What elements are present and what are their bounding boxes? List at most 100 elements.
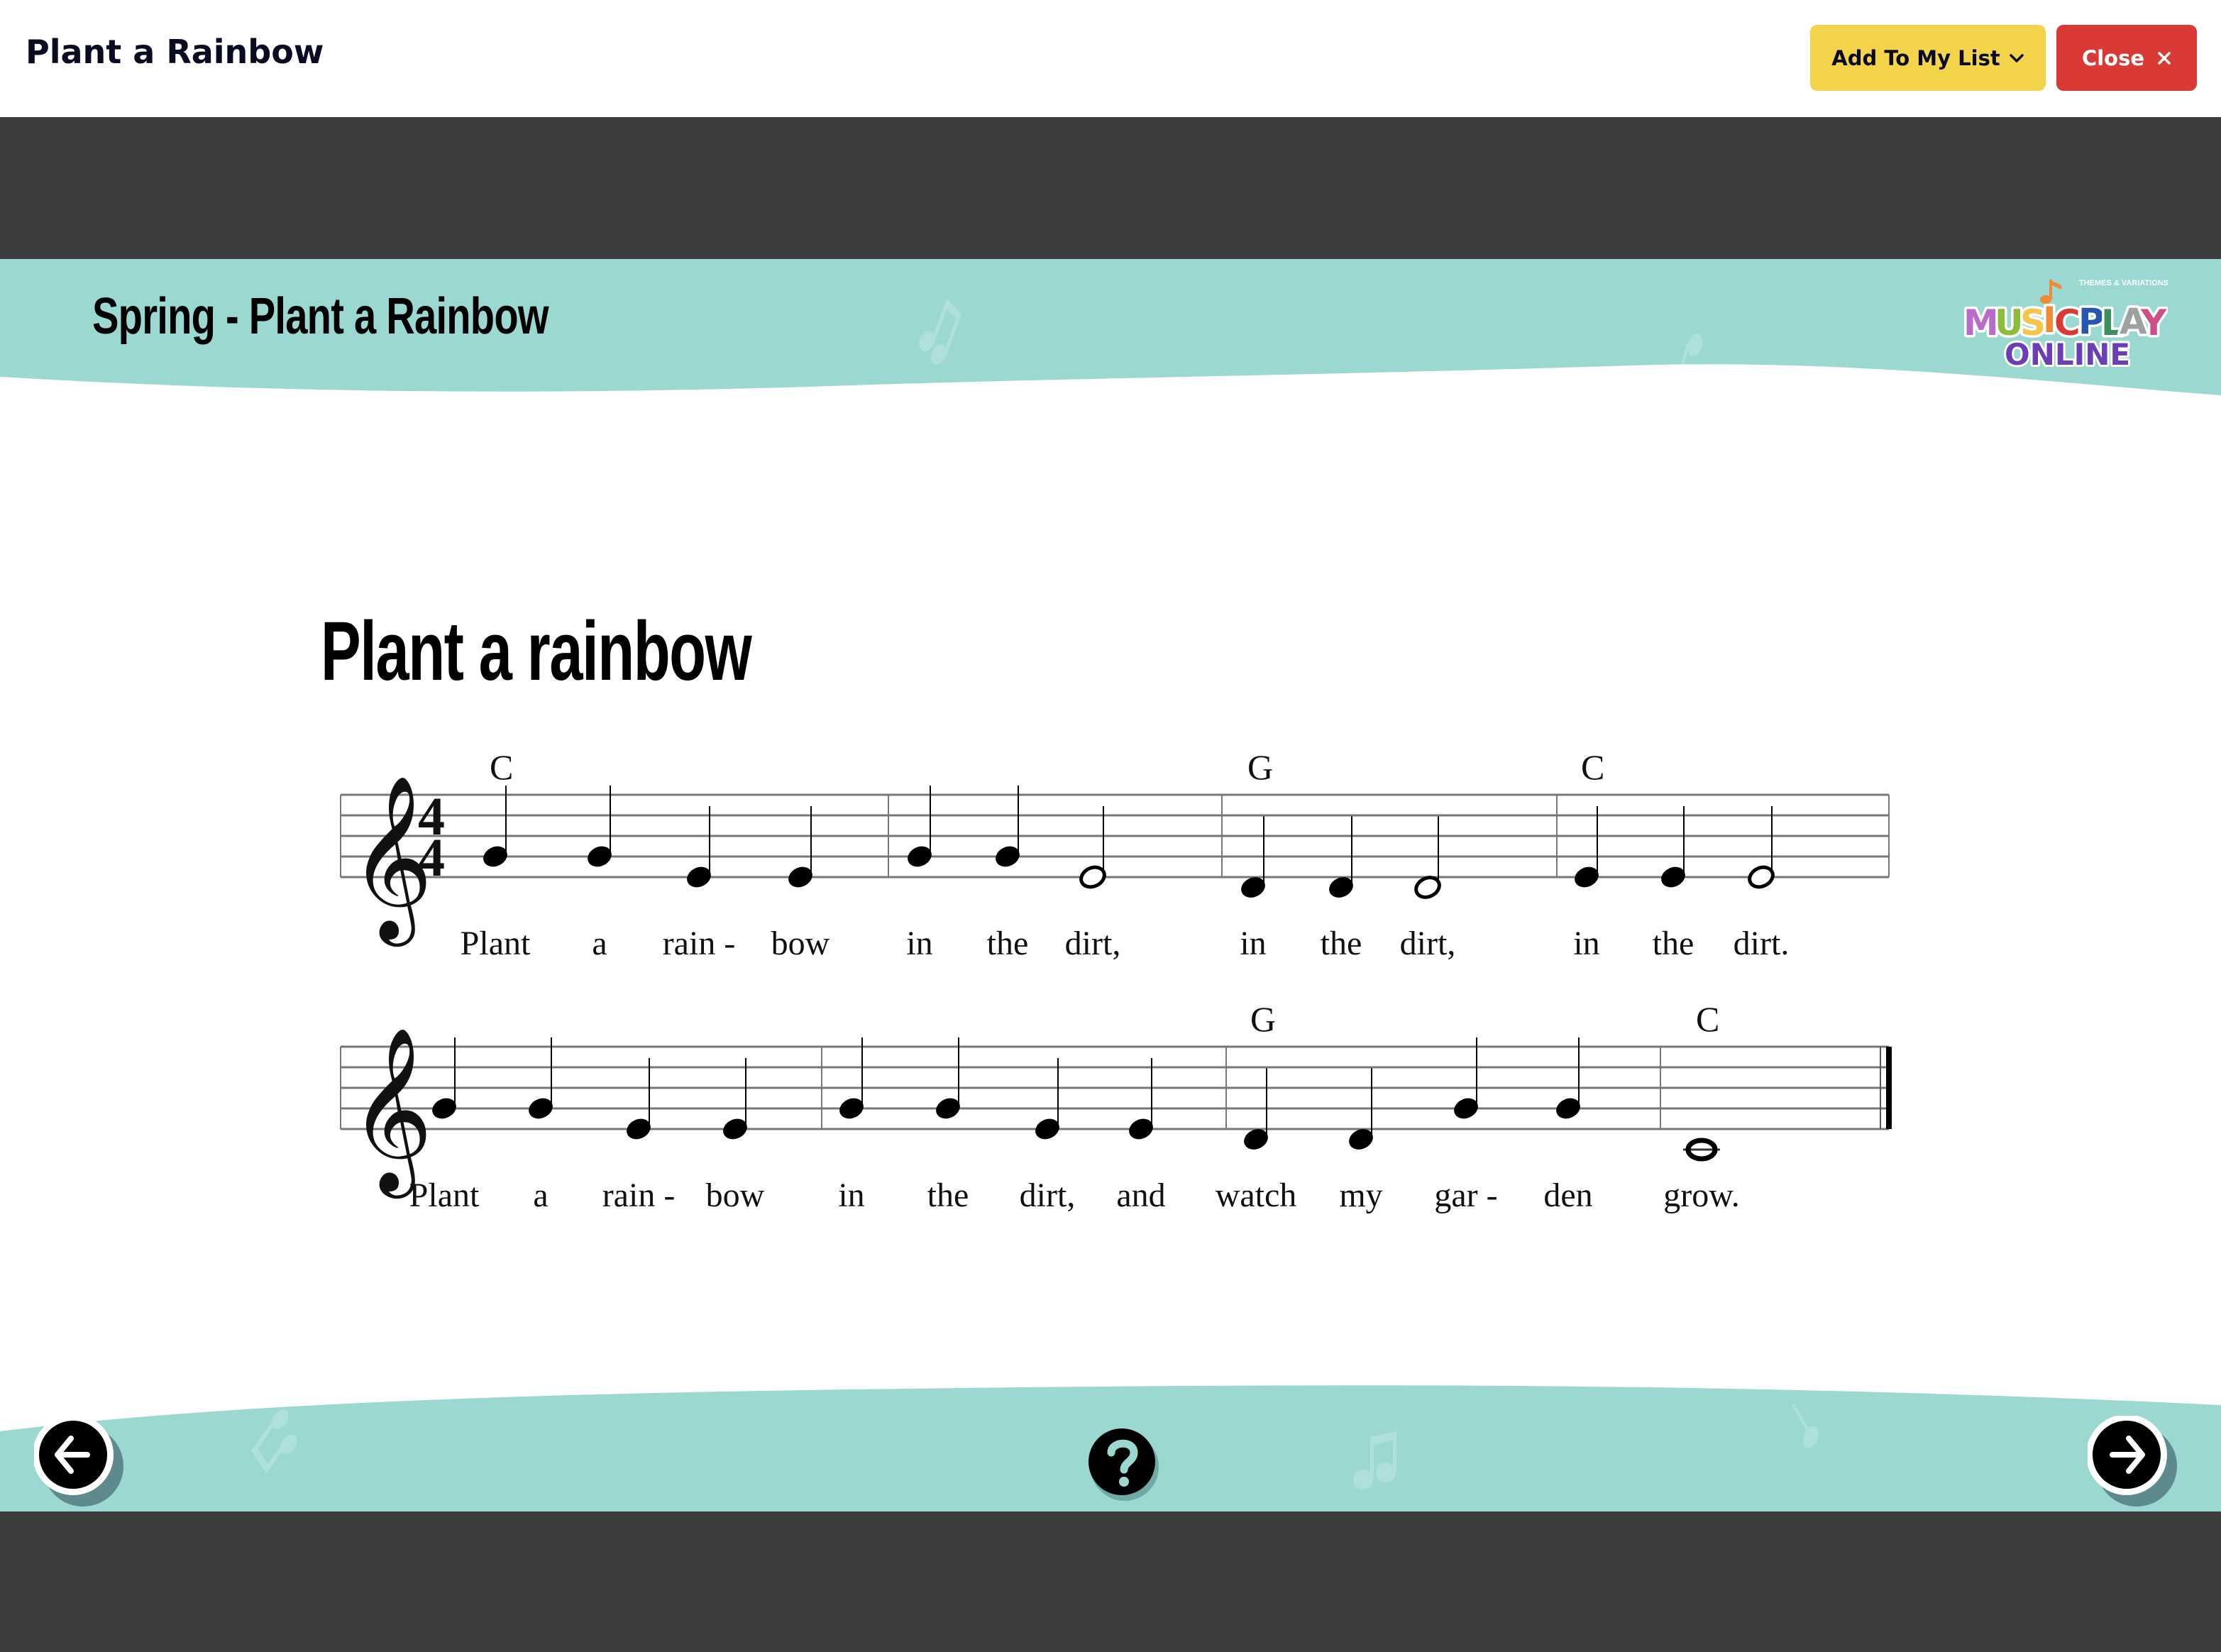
staff-system: 𝄞 G C Plant a rain - bow in the dirt, and watch my ga…: [340, 999, 1892, 1214]
lyric-syllable: the: [1321, 925, 1362, 962]
lyric-syllable: dirt,: [1400, 925, 1456, 962]
notehead: [483, 846, 507, 867]
lyric-syllable: Plant: [409, 1177, 480, 1214]
add-to-my-list-button[interactable]: Add To My List: [1810, 25, 2046, 91]
notehead: [1454, 1098, 1478, 1119]
arrow-right-icon: [2086, 1414, 2177, 1507]
notehead: [1349, 1129, 1373, 1150]
note: [1244, 1068, 1268, 1150]
notehead: [687, 866, 711, 888]
logo-tagline: THEMES & VARIATIONS: [2079, 279, 2168, 287]
note: [788, 806, 812, 888]
note: [1454, 1037, 1478, 1119]
notehead: [1329, 877, 1353, 898]
lyric-syllable: watch: [1216, 1177, 1297, 1214]
notehead: [1079, 865, 1106, 889]
svg-text:Y: Y: [2140, 302, 2167, 343]
notehead: [432, 1098, 456, 1119]
help-button[interactable]: [1084, 1423, 1162, 1508]
note: [432, 1037, 456, 1119]
time-signature-bottom: 4: [418, 828, 445, 888]
lyric-syllable: in: [838, 1177, 864, 1214]
chord-symbol: C: [1581, 747, 1604, 787]
note: [1329, 816, 1353, 898]
chevron-down-icon: [2009, 53, 2024, 63]
notehead: [1575, 866, 1599, 888]
note: [908, 786, 932, 867]
page-title: Plant a Rainbow: [26, 33, 324, 71]
arrow-left-icon: [33, 1414, 123, 1507]
note: [1556, 1037, 1580, 1119]
top-bar: Plant a Rainbow Add To My List Close: [0, 0, 2221, 117]
note: [1349, 1068, 1373, 1150]
note: [839, 1037, 864, 1119]
notehead: [1414, 876, 1441, 899]
note: [1129, 1058, 1153, 1140]
chord-symbol: G: [1247, 747, 1273, 787]
notehead: [627, 1118, 651, 1140]
musicplay-online-logo: THEMES & VARIATIONS M U S I C P L A Y ON…: [1961, 279, 2168, 369]
help-icon: [1089, 1428, 1159, 1501]
bottom-dark-band: [0, 1511, 2221, 1652]
lyric-syllable: den: [1543, 1177, 1592, 1214]
note: [1748, 806, 1775, 889]
note: [588, 786, 612, 867]
lyric-syllable: in: [906, 925, 932, 962]
svg-text:M: M: [1963, 302, 1999, 343]
lyric-syllable: bow: [771, 925, 830, 962]
note: [1683, 1138, 1720, 1162]
note: [723, 1058, 747, 1140]
lyric-syllable: the: [1653, 925, 1694, 962]
notehead: [1661, 866, 1685, 888]
lyric-syllable: Plant: [461, 925, 531, 962]
final-barline-thick: [1886, 1047, 1892, 1129]
note: [1661, 806, 1685, 888]
lyric-syllable: grow.: [1663, 1177, 1740, 1214]
notehead: [723, 1118, 747, 1140]
chord-symbol: C: [1696, 999, 1719, 1039]
notehead: [1129, 1118, 1153, 1140]
staff-system: 𝄞44 C G C Plant a rain - bow in the dirt, in the dirt…: [340, 747, 1890, 962]
lyric-syllable: gar -: [1434, 1177, 1497, 1214]
lyric-syllable: and: [1116, 1177, 1165, 1214]
lyric-syllable: the: [927, 1177, 969, 1214]
logo-note-icon: [2040, 280, 2061, 304]
close-label: Close: [2081, 45, 2145, 70]
lyric-syllable: dirt,: [1020, 1177, 1076, 1214]
note: [483, 786, 507, 867]
notehead: [588, 846, 612, 867]
note: [1575, 806, 1599, 888]
lyric-syllable: dirt.: [1734, 925, 1790, 962]
notehead: [788, 866, 812, 888]
chord-symbol: G: [1250, 999, 1276, 1039]
add-to-my-list-label: Add To My List: [1831, 45, 2000, 70]
notehead: [529, 1098, 553, 1119]
previous-slide-button[interactable]: [33, 1414, 140, 1522]
treble-clef-icon: 𝄞: [349, 1030, 433, 1199]
note: [529, 1037, 553, 1119]
lyric-syllable: in: [1573, 925, 1599, 962]
time-signature-top: 4: [418, 787, 445, 847]
note: [627, 1058, 651, 1140]
note: [936, 1037, 960, 1119]
close-icon: [2157, 51, 2171, 65]
note: [687, 806, 711, 888]
treble-clef-icon: 𝄞: [349, 778, 433, 947]
lyric-syllable: the: [987, 925, 1029, 962]
notehead: [936, 1098, 960, 1119]
notehead: [1035, 1118, 1059, 1140]
next-slide-button[interactable]: [2086, 1414, 2194, 1522]
notehead: [1748, 865, 1775, 889]
notehead: [1244, 1129, 1268, 1150]
notehead: [996, 846, 1020, 867]
chord-symbol: C: [490, 747, 513, 787]
lyric-syllable: a: [592, 925, 607, 962]
note: [996, 786, 1020, 867]
lyric-syllable: bow: [706, 1177, 765, 1214]
note: [1414, 816, 1441, 899]
close-button[interactable]: Close: [2056, 25, 2197, 91]
lyric-syllable: rain -: [663, 925, 736, 962]
lyric-syllable: in: [1240, 925, 1266, 962]
note: [1241, 816, 1265, 898]
top-dark-band: [0, 117, 2221, 259]
